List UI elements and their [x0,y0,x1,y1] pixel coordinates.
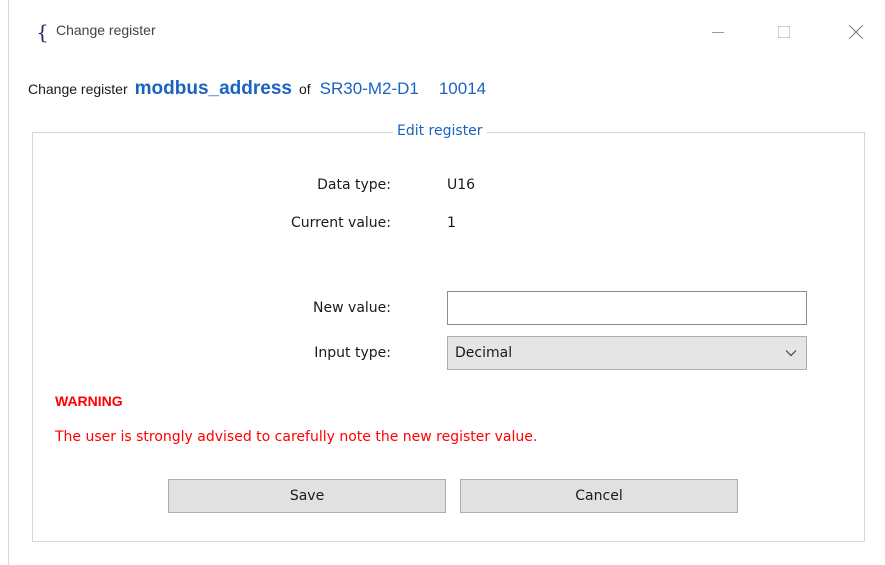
warning-text: The user is strongly advised to carefull… [55,429,538,445]
cancel-button[interactable]: Cancel [460,479,738,513]
minimize-button[interactable] [695,14,741,50]
window-title: Change register [56,22,156,38]
maximize-icon [778,26,790,38]
edit-register-group: Edit register Data type: U16 Current val… [32,123,865,542]
register-header: Change register modbus_address of SR30-M… [28,78,486,100]
curly-brace-logo-icon: { [36,20,49,44]
header-of-text: of [298,81,311,97]
new-value-input[interactable] [447,291,807,325]
chevron-down-icon [783,345,799,361]
title-bar: { Change register [10,0,885,62]
header-prefix: Change register [28,81,128,97]
input-type-selected: Decimal [455,345,513,361]
register-name: modbus_address [134,78,292,99]
group-legend: Edit register [393,123,487,139]
maximize-button[interactable] [761,14,807,50]
data-type-label: Data type: [317,177,391,193]
data-type-value: U16 [447,177,476,193]
close-icon [849,25,863,39]
save-button[interactable]: Save [168,479,446,513]
device-serial: 10014 [438,79,487,98]
new-value-label: New value: [313,300,391,316]
input-type-label: Input type: [314,345,391,361]
warning-title: WARNING [55,393,123,409]
minimize-icon [712,32,724,33]
device-name: SR30-M2-D1 [319,79,419,98]
current-value: 1 [447,215,456,231]
input-type-select[interactable]: Decimal [447,336,807,370]
window-left-edge [0,0,9,565]
current-value-label: Current value: [291,215,391,231]
close-button[interactable] [833,14,879,50]
